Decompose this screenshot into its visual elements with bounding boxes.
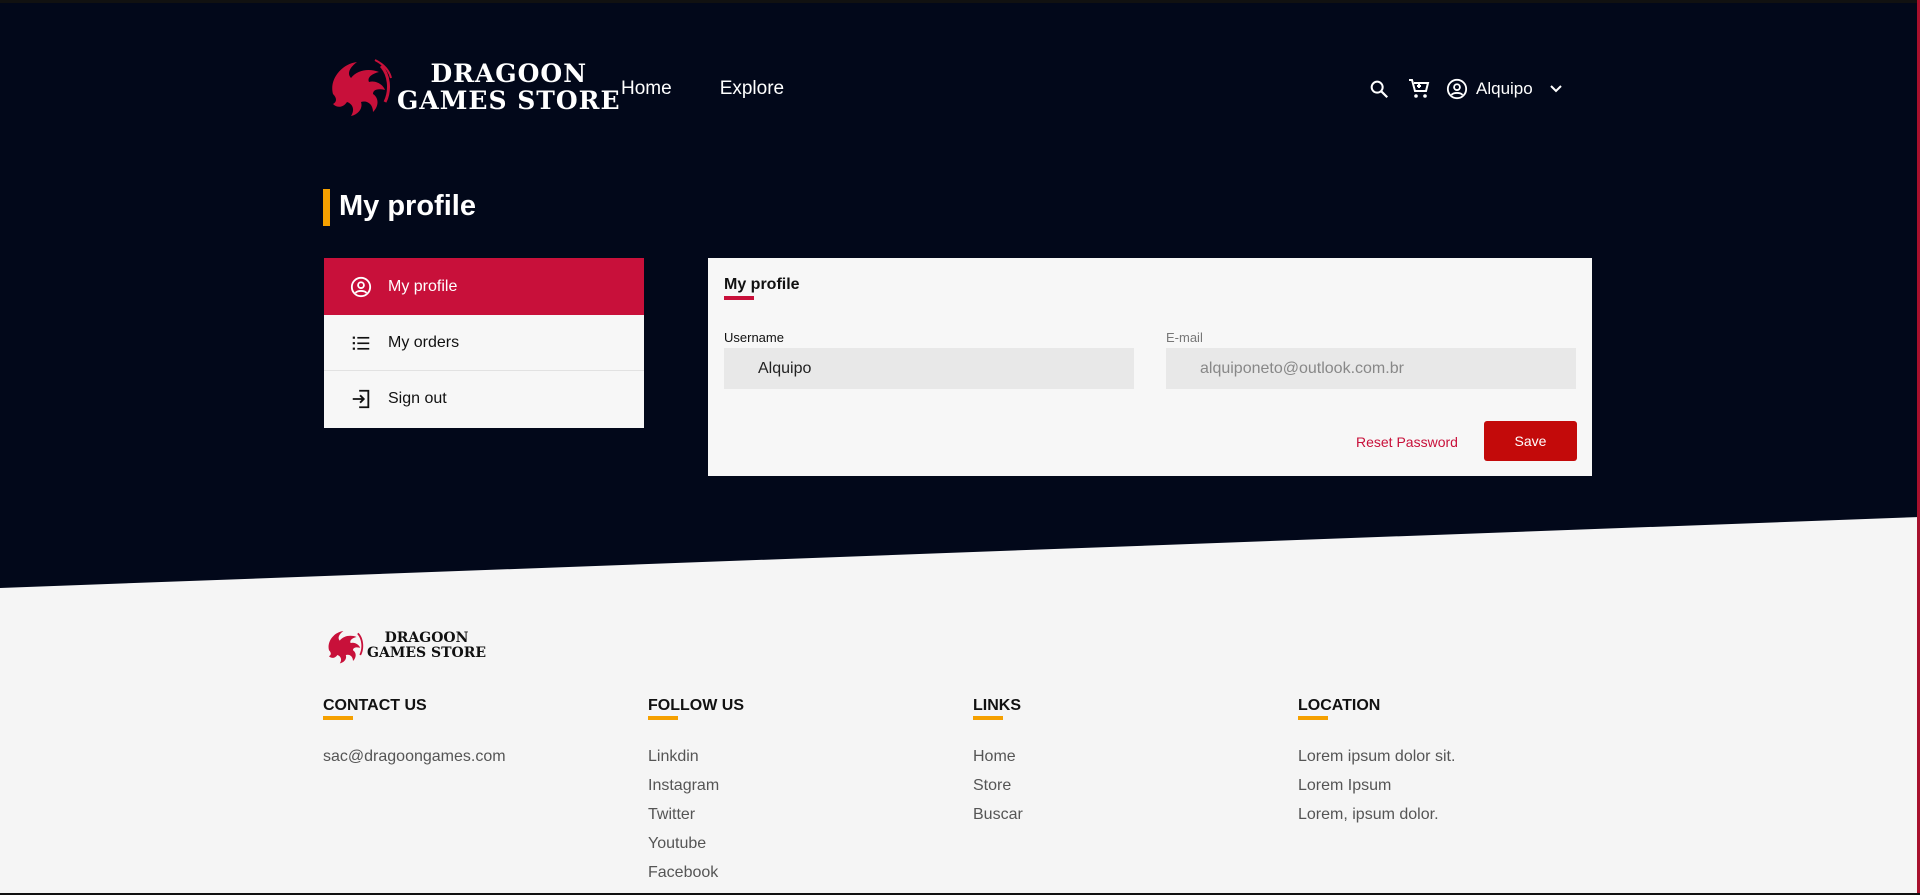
sidebar-item-label: Sign out	[388, 390, 447, 407]
footer-brand-logo[interactable]: DRAGOON GAMES STORE	[323, 627, 486, 665]
sidebar-item-my-orders[interactable]: My orders	[324, 315, 644, 371]
footer-brand-name: DRAGOON GAMES STORE	[367, 631, 486, 661]
sidebar-item-sign-out[interactable]: Sign out	[324, 371, 644, 427]
chevron-down-icon[interactable]	[1543, 76, 1569, 102]
profile-form-card: My profile Username E-mail Reset Passwor…	[708, 258, 1592, 476]
footer-heading-underline	[323, 716, 353, 720]
main-nav: Home Explore	[621, 78, 832, 100]
top-border	[0, 0, 1920, 3]
sidebar-item-label: My orders	[388, 333, 460, 351]
email-input[interactable]	[1166, 348, 1576, 389]
footer-heading-underline	[973, 716, 1003, 720]
sidebar-item-my-profile[interactable]: My profile	[324, 258, 644, 315]
location-line: Lorem Ipsum	[1298, 777, 1392, 794]
footer-link-buscar[interactable]: Buscar	[973, 800, 1023, 829]
user-menu-name[interactable]: Alquipo	[1476, 79, 1533, 99]
footer-heading: LOCATION	[1298, 697, 1381, 714]
dragon-logo-icon	[328, 631, 364, 664]
footer-column-location: LOCATION Lorem ipsum dolor sit. Lorem Ip…	[1298, 697, 1455, 829]
footer-brand-line-1: DRAGOON	[384, 630, 469, 646]
location-line: Lorem, ipsum dolor.	[1298, 806, 1439, 823]
footer-heading: FOLLOW US	[648, 697, 744, 714]
email-label: E-mail	[1166, 330, 1203, 345]
username-label: Username	[724, 330, 784, 345]
footer-link-twitter[interactable]: Twitter	[648, 800, 744, 829]
location-line: Lorem ipsum dolor sit.	[1298, 748, 1456, 765]
profile-sidebar: My profile My orders Sign out	[324, 258, 644, 428]
reset-password-link[interactable]: Reset Password	[1356, 434, 1458, 450]
footer-link-store[interactable]: Store	[973, 771, 1023, 800]
footer-heading: CONTACT US	[323, 697, 427, 714]
title-accent-bar	[323, 189, 330, 226]
footer-link-linkedin[interactable]: Linkdin	[648, 742, 744, 771]
footer-column-links: LINKS Home Store Buscar	[973, 697, 1023, 829]
card-title: My profile	[724, 276, 800, 293]
user-circle-icon	[350, 276, 372, 298]
brand-line-2: GAMES STORE	[397, 86, 621, 115]
user-circle-icon[interactable]	[1444, 76, 1470, 102]
brand-line-1: DRAGOON	[430, 59, 588, 88]
save-button[interactable]: Save	[1484, 421, 1577, 461]
dragon-logo-icon	[332, 59, 392, 116]
footer-link-home[interactable]: Home	[973, 742, 1023, 771]
search-icon[interactable]	[1366, 76, 1392, 102]
footer-column-follow: FOLLOW US Linkdin Instagram Twitter Yout…	[648, 697, 744, 887]
footer-brand-line-2: GAMES STORE	[367, 645, 486, 661]
page-title: My profile	[339, 190, 476, 222]
card-title-underline	[724, 296, 754, 300]
footer-column-contact: CONTACT US sac@dragoongames.com	[323, 697, 506, 771]
footer-heading-underline	[1298, 716, 1328, 720]
footer-link-youtube[interactable]: Youtube	[648, 829, 744, 858]
cart-icon[interactable]	[1406, 76, 1432, 102]
username-input[interactable]	[724, 348, 1134, 389]
footer-heading: LINKS	[973, 697, 1021, 714]
footer-link-instagram[interactable]: Instagram	[648, 771, 744, 800]
sign-out-icon	[350, 388, 372, 410]
brand-name: DRAGOON GAMES STORE	[397, 60, 621, 114]
nav-home[interactable]: Home	[621, 78, 672, 100]
nav-explore[interactable]: Explore	[720, 78, 784, 100]
list-icon	[350, 332, 372, 354]
contact-email: sac@dragoongames.com	[323, 748, 506, 765]
brand-logo[interactable]: DRAGOON GAMES STORE	[323, 56, 621, 118]
sidebar-item-label: My profile	[388, 277, 458, 295]
header-actions: Alquipo	[1366, 76, 1569, 102]
footer-link-facebook[interactable]: Facebook	[648, 858, 744, 887]
footer-heading-underline	[648, 716, 678, 720]
